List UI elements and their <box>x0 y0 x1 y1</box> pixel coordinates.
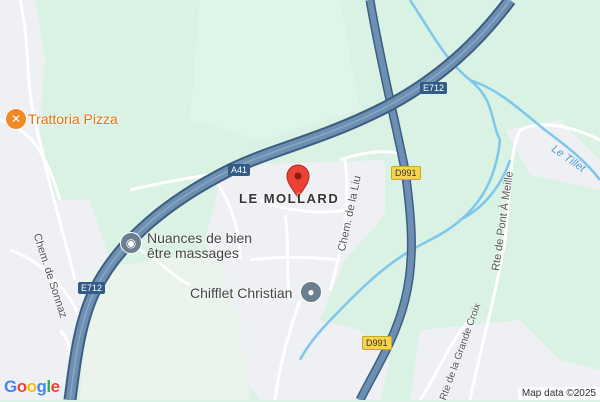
poi-nuances[interactable]: Nuances de bien être massages <box>147 231 252 261</box>
spa-icon[interactable]: ◉ <box>120 232 142 254</box>
poi-nuances-line1: Nuances de bien <box>147 230 253 246</box>
shield-e712-bottom: E712 <box>78 282 106 294</box>
shield-d991-top: D991 <box>391 166 421 180</box>
place-icon[interactable]: ● <box>300 281 322 303</box>
restaurant-icon[interactable]: ✕ <box>5 108 27 130</box>
poi-trattoria-pizza[interactable]: Trattoria Pizza <box>28 111 118 127</box>
poi-nuances-line2: être massages <box>147 245 239 261</box>
place-label-le-mollard: LE MOLLARD <box>239 191 340 206</box>
shield-e712-top: E712 <box>420 82 448 94</box>
poi-chifflet-christian[interactable]: Chifflet Christian <box>190 285 292 301</box>
map-attribution[interactable]: Map data ©2025 <box>517 387 600 400</box>
google-logo: Google <box>4 377 60 396</box>
shield-d991-bottom: D991 <box>362 336 392 350</box>
shield-a41: A41 <box>228 164 251 176</box>
